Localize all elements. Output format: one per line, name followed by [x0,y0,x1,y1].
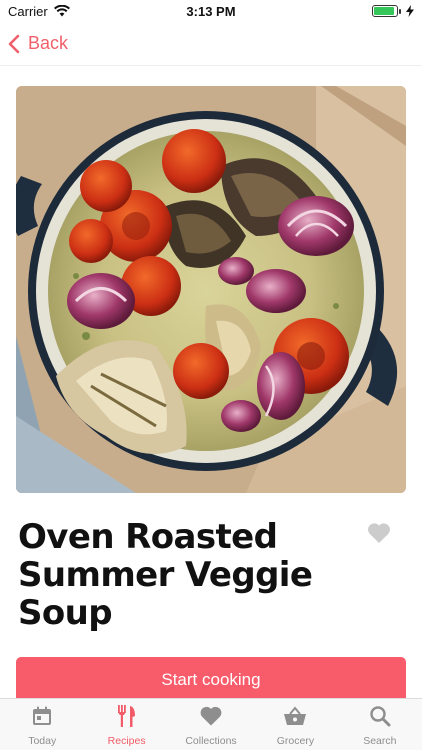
tab-label-today: Today [28,735,57,747]
tab-today[interactable]: Today [0,699,84,750]
charging-bolt-icon [406,5,414,17]
navigation-bar: Back [0,22,422,66]
tab-label-grocery: Grocery [276,735,315,747]
heart-icon [199,704,223,728]
recipe-photo [16,86,406,493]
tab-search[interactable]: Search [338,699,422,750]
soup-pot-illustration [16,86,406,493]
status-right [372,5,414,17]
carrier-label: Carrier [8,3,48,19]
tab-collections[interactable]: Collections [169,699,253,750]
back-button[interactable]: Back [8,33,68,54]
fork-knife-icon [115,704,139,728]
tab-label-recipes: Recipes [107,735,146,747]
heart-icon [368,523,390,543]
status-left: Carrier [8,4,70,19]
tab-recipes[interactable]: Recipes [84,699,168,750]
calendar-icon [30,704,54,728]
status-bar: Carrier 3:13 PM [0,0,422,22]
wifi-icon [53,5,70,17]
tab-bar: Today Recipes Collections Grocery Search [0,698,422,750]
recipe-title: Oven Roasted Summer Veggie Soup [18,517,313,633]
basket-icon [283,704,307,728]
tab-label-collections: Collections [185,735,237,747]
battery-icon [372,5,401,17]
search-icon [368,704,392,728]
favorite-button[interactable] [366,521,392,547]
back-label: Back [28,33,69,53]
chevron-left-icon [8,34,20,53]
battery-level [374,7,394,15]
tab-grocery[interactable]: Grocery [253,699,337,750]
tab-label-search: Search [363,735,397,747]
start-cooking-button[interactable]: Start cooking [16,657,406,703]
